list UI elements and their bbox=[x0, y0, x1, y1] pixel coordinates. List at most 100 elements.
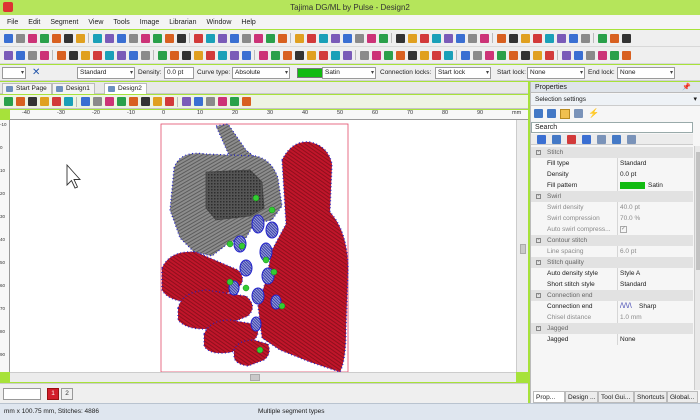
property-row[interactable]: Connection end /\/\/\ Sharp bbox=[531, 301, 693, 312]
property-value[interactable]: 40.0 pt bbox=[620, 202, 640, 213]
toolbar-tool-icon[interactable] bbox=[330, 50, 340, 60]
panel-tab[interactable]: Prop... bbox=[533, 391, 565, 403]
property-tab-icon[interactable] bbox=[582, 135, 591, 144]
panel-tab[interactable]: Shortcuts bbox=[634, 391, 667, 403]
toolbar-tool-icon[interactable] bbox=[152, 33, 162, 43]
property-group-header[interactable]: - Jagged bbox=[531, 323, 693, 334]
search-box[interactable]: Search bbox=[531, 122, 693, 133]
fill-color-swatch[interactable] bbox=[297, 68, 323, 78]
design-canvas[interactable] bbox=[10, 120, 516, 372]
toolbar-tool-icon[interactable] bbox=[116, 97, 126, 106]
property-row[interactable]: Jagged None bbox=[531, 334, 693, 345]
toolbar-tool-icon[interactable] bbox=[407, 33, 417, 43]
toolbar-tool-icon[interactable] bbox=[520, 33, 530, 43]
toolbar-tool-icon[interactable] bbox=[39, 50, 49, 60]
toolbar-tool-icon[interactable] bbox=[294, 33, 304, 43]
toolbar-tool-icon[interactable] bbox=[51, 33, 61, 43]
property-group-header[interactable]: - Stitch bbox=[531, 147, 693, 158]
toolbar-tool-icon[interactable] bbox=[609, 50, 619, 60]
toolbar-tool-icon[interactable] bbox=[580, 33, 590, 43]
search-input[interactable]: Search bbox=[535, 124, 557, 131]
toolbar-tool-icon[interactable] bbox=[407, 50, 417, 60]
property-value[interactable]: Standard bbox=[620, 279, 646, 290]
toolbar-tool-icon[interactable] bbox=[532, 33, 542, 43]
properties-scrollbar[interactable] bbox=[694, 146, 700, 390]
collapse-icon[interactable]: - bbox=[536, 150, 541, 155]
vertical-scrollbar[interactable] bbox=[516, 120, 528, 372]
toolbar-tool-icon[interactable] bbox=[443, 33, 453, 43]
property-value[interactable]: Satin bbox=[648, 180, 663, 191]
toolbar-tool-icon[interactable] bbox=[265, 33, 275, 43]
toolbar-tool-icon[interactable] bbox=[3, 50, 13, 60]
end-lock-combo[interactable]: None ▾ bbox=[617, 67, 675, 79]
toolbar-tool-icon[interactable] bbox=[419, 50, 429, 60]
toolbar-tool-icon[interactable] bbox=[15, 33, 25, 43]
property-value[interactable]: Standard bbox=[620, 158, 646, 169]
toolbar-tool-icon[interactable] bbox=[556, 33, 566, 43]
panel-tab[interactable]: Global... bbox=[667, 391, 698, 403]
toolbar-tool-icon[interactable] bbox=[140, 50, 150, 60]
toolbar-tool-icon[interactable] bbox=[80, 97, 90, 106]
property-group-header[interactable]: - Swirl bbox=[531, 191, 693, 202]
toolbar-tool-icon[interactable] bbox=[378, 33, 388, 43]
toolbar-tool-icon[interactable] bbox=[371, 50, 381, 60]
connection-locks-combo[interactable]: Start lock ▾ bbox=[435, 67, 491, 79]
panel-tab[interactable]: Design ... bbox=[565, 391, 598, 403]
toolbar-tool-icon[interactable] bbox=[157, 50, 167, 60]
stitch-mode-combo[interactable]: ▾ bbox=[2, 67, 26, 79]
fill-pattern-combo[interactable]: Satin ▾ bbox=[322, 67, 376, 79]
toolbar-tool-icon[interactable] bbox=[104, 33, 114, 43]
toolbar-tool-icon[interactable] bbox=[241, 33, 251, 43]
toolbar-tool-icon[interactable] bbox=[532, 50, 542, 60]
menu-view[interactable]: View bbox=[83, 19, 108, 26]
alphabetical-icon[interactable] bbox=[547, 109, 556, 118]
toolbar-tool-icon[interactable] bbox=[455, 33, 465, 43]
toolbar-tool-icon[interactable] bbox=[104, 50, 114, 60]
toolbar-tool-icon[interactable] bbox=[508, 33, 518, 43]
toolbar-tool-icon[interactable] bbox=[508, 50, 518, 60]
toolbar-tool-icon[interactable] bbox=[205, 50, 215, 60]
menu-help[interactable]: Help bbox=[236, 19, 260, 26]
toolbar-tool-icon[interactable] bbox=[176, 33, 186, 43]
page-2-button[interactable]: 2 bbox=[61, 388, 73, 400]
toolbar-tool-icon[interactable] bbox=[128, 50, 138, 60]
property-tab-icon[interactable] bbox=[612, 135, 621, 144]
toolbar-tool-icon[interactable] bbox=[229, 97, 239, 106]
toolbar-tool-icon[interactable] bbox=[318, 50, 328, 60]
toolbar-tool-icon[interactable] bbox=[181, 97, 191, 106]
toolbar-tool-icon[interactable] bbox=[395, 33, 405, 43]
toolbar-tool-icon[interactable] bbox=[419, 33, 429, 43]
properties-scroll-thumb[interactable] bbox=[696, 152, 700, 270]
property-value[interactable]: 6.0 pt bbox=[620, 246, 636, 257]
toolbar-tool-icon[interactable] bbox=[306, 33, 316, 43]
property-group-header[interactable]: - Stitch quality bbox=[531, 257, 693, 268]
toolbar-tool-icon[interactable] bbox=[27, 33, 37, 43]
toolbar-tool-icon[interactable] bbox=[277, 33, 287, 43]
toolbar-tool-icon[interactable] bbox=[169, 50, 179, 60]
toolbar-tool-icon[interactable] bbox=[561, 50, 571, 60]
toolbar-tool-icon[interactable] bbox=[342, 33, 352, 43]
toolbar-tool-icon[interactable] bbox=[294, 50, 304, 60]
toolbar-tool-icon[interactable] bbox=[116, 33, 126, 43]
toolbar-tool-icon[interactable] bbox=[544, 50, 554, 60]
toolbar-tool-icon[interactable] bbox=[39, 97, 49, 106]
property-value[interactable]: Style A bbox=[620, 268, 640, 279]
tab-start-page[interactable]: Start Page bbox=[2, 83, 52, 94]
property-value[interactable]: Sharp bbox=[639, 301, 656, 312]
property-tab-icon[interactable] bbox=[537, 135, 546, 144]
property-row[interactable]: Swirl compression 70.0 % bbox=[531, 213, 693, 224]
collapse-icon[interactable]: - bbox=[536, 238, 541, 243]
toolbar-tool-icon[interactable] bbox=[3, 97, 13, 106]
selection-combo[interactable]: Selection settings ▾ bbox=[531, 94, 700, 106]
toolbar-tool-icon[interactable] bbox=[318, 33, 328, 43]
toolbar-tool-icon[interactable] bbox=[27, 97, 37, 106]
stitch-type-combo[interactable]: Standard ▾ bbox=[77, 67, 135, 79]
tab-design2[interactable]: Design2 bbox=[104, 83, 147, 94]
toolbar-tool-icon[interactable] bbox=[568, 33, 578, 43]
toolbar-tool-icon[interactable] bbox=[431, 50, 441, 60]
toolbar-tool-icon[interactable] bbox=[597, 33, 607, 43]
categorized-icon[interactable] bbox=[534, 109, 543, 118]
toolbar-tool-icon[interactable] bbox=[63, 97, 73, 106]
toolbar-tool-icon[interactable] bbox=[217, 33, 227, 43]
property-tab-icon[interactable] bbox=[597, 135, 606, 144]
